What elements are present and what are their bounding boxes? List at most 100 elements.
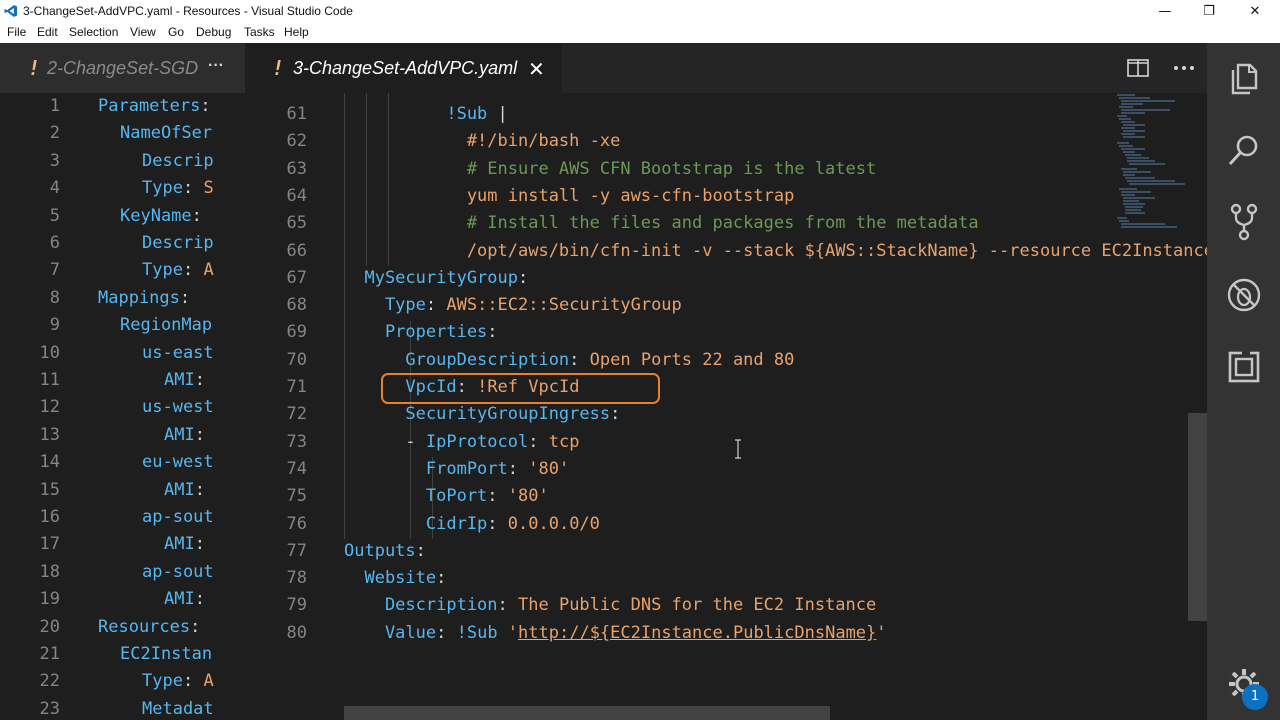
line-number: 10 [39, 342, 60, 363]
left-editor-group: ! 2-ChangeSet-SGD ··· 1 Parameters: 2 NameO… [0, 43, 245, 720]
punctuation: : [497, 595, 519, 616]
line-number: 7 [49, 260, 60, 281]
code-line: AMI: [164, 531, 205, 558]
modified-indicator: ! [28, 56, 41, 80]
punctuation: : [200, 96, 211, 116]
punctuation: | [497, 104, 508, 124]
code-line: Type: AWS::EC2::SecurityGroup [344, 292, 682, 319]
line-number: 21 [39, 644, 60, 664]
code-line: KeyName: [120, 203, 202, 230]
code-line: NameOfSer [120, 120, 212, 147]
close-tab-icon[interactable]: ✕ [528, 57, 545, 81]
line-number: 18 [39, 561, 60, 582]
menu-file[interactable]: File [7, 25, 26, 39]
menu-debug[interactable]: Debug [196, 25, 231, 39]
yaml-key: IpProtocol [425, 431, 529, 452]
code-line: Value: !Sub 'http://${EC2Instance.Public… [344, 620, 887, 647]
code-line: #!/bin/bash -xe [344, 128, 621, 155]
close-window-button[interactable]: ✕ [1232, 0, 1278, 23]
yaml-key: AMI [164, 370, 195, 390]
title-bar: 3-ChangeSet-AddVPC.yaml - Resources - Vi… [0, 0, 1280, 23]
yaml-key: Descrip [142, 233, 214, 253]
maximize-button[interactable]: ❐ [1186, 0, 1232, 23]
code-line: ap-sout [142, 504, 214, 531]
menu-view[interactable]: View [130, 25, 156, 39]
menu-bar: File Edit Selection View Go Debug Tasks … [0, 23, 1280, 43]
code-line: Type: A [142, 257, 214, 284]
yaml-value: '80' [507, 486, 549, 507]
yaml-value: tcp [548, 431, 580, 452]
yaml-value: A [193, 260, 214, 281]
line-number: 74 [286, 458, 307, 479]
code-line: !Sub | [344, 101, 508, 128]
yaml-key: Parameters [98, 96, 201, 116]
yaml-key: Website [344, 568, 437, 589]
menu-edit[interactable]: Edit [37, 25, 58, 39]
left-tab-strip: ! 2-ChangeSet-SGD ··· [0, 43, 245, 93]
code-line: Type: A [142, 668, 214, 695]
line-number: 70 [286, 349, 307, 370]
punctuation: : [528, 431, 549, 452]
yaml-key: AMI [164, 424, 195, 445]
split-editor-icon[interactable] [1127, 59, 1149, 77]
debug-icon[interactable] [1225, 276, 1263, 314]
horizontal-scrollbar[interactable] [344, 706, 830, 720]
punctuation: : [487, 322, 498, 343]
tab-label: 2-ChangeSet-SGD [47, 58, 199, 78]
yaml-key: VpcId [344, 377, 457, 397]
line-number: 22 [39, 671, 60, 692]
yaml-key: Type [142, 671, 183, 692]
yaml-value: The Public DNS for the EC2 Instance [518, 595, 877, 616]
code-line: yum install -y aws-cfn-bootstrap [344, 183, 795, 210]
punctuation: : [179, 287, 191, 308]
line-number: 73 [286, 431, 307, 452]
yaml-key: MySecurityGroup [344, 267, 518, 288]
yaml-value: Open Ports 22 and 80 [589, 349, 795, 370]
code-line: CidrIp: 0.0.0.0/0 [344, 511, 600, 538]
menu-tasks[interactable]: Tasks [244, 25, 275, 39]
line-number: 13 [39, 424, 60, 445]
code-line: AMI: [164, 586, 205, 613]
vertical-scrollbar[interactable] [1188, 413, 1207, 621]
notification-badge: 1 [1242, 684, 1268, 710]
tab-2-changeset-sgd[interactable]: ! 2-ChangeSet-SGD ··· [0, 43, 245, 93]
code-line: ap-sout [142, 559, 214, 586]
punctuation: : [182, 178, 194, 199]
comment: # Ensure AWS CFN Bootstrap is the latest [344, 158, 877, 179]
punctuation: : [425, 295, 447, 316]
search-icon[interactable] [1225, 131, 1263, 169]
menu-help[interactable]: Help [284, 25, 309, 39]
code-line: Mappings: [98, 285, 190, 312]
punctuation: : [518, 267, 529, 288]
line-number: 20 [39, 616, 60, 637]
yaml-key: Properties [344, 322, 488, 343]
source-control-icon[interactable] [1225, 203, 1263, 241]
punctuation: : [191, 205, 202, 226]
yaml-key: us-west [142, 397, 214, 418]
menu-selection[interactable]: Selection [69, 25, 118, 39]
line-number: 62 [286, 131, 307, 152]
punctuation: : [436, 622, 457, 643]
right-code-area[interactable]: 61 !Sub | 62 #!/bin/bash -xe 63 # Ensure A… [245, 93, 1207, 720]
minimize-button[interactable]: — [1142, 0, 1188, 23]
yaml-key: Type [142, 178, 183, 199]
code-line: - IpProtocol: tcp [344, 429, 579, 456]
explorer-icon[interactable] [1225, 59, 1263, 97]
more-actions-icon[interactable] [1173, 65, 1195, 71]
extensions-icon[interactable] [1225, 348, 1263, 386]
minimap[interactable] [1115, 93, 1190, 243]
line-number: 16 [39, 507, 60, 527]
line-number: 12 [39, 397, 60, 418]
punctuation: : [487, 486, 508, 507]
punctuation: : [569, 349, 590, 370]
yaml-key: EC2Instan [120, 644, 213, 664]
more-actions-icon[interactable]: ··· [208, 57, 224, 75]
yaml-key: ap-sout [142, 561, 214, 582]
code-line: Website: [344, 565, 446, 592]
left-code-area[interactable]: 1 Parameters: 2 NameOfSer 3 Descrip 4 Type: S 5 K… [0, 93, 245, 720]
code-line: ToPort: '80' [344, 483, 549, 510]
line-number: 75 [286, 486, 307, 507]
menu-go[interactable]: Go [168, 25, 184, 39]
tab-3-changeset-addvpc[interactable]: ! 3-ChangeSet-AddVPC.yaml ✕ [245, 43, 562, 93]
code-line: SecurityGroupIngress: [344, 401, 620, 428]
